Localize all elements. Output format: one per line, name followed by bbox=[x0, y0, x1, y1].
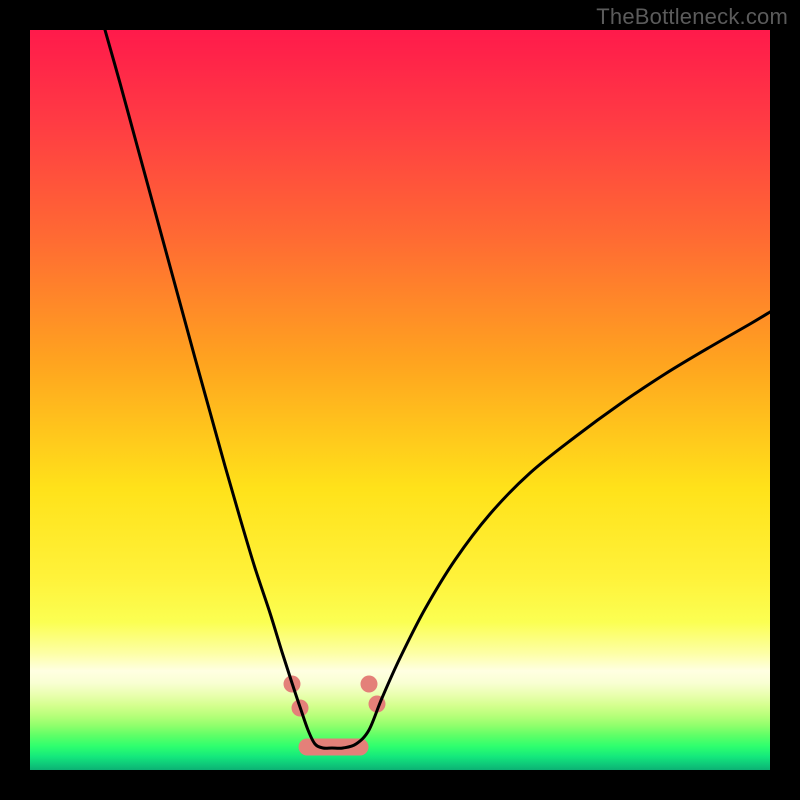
watermark-label: TheBottleneck.com bbox=[596, 4, 788, 30]
outer-frame: TheBottleneck.com bbox=[0, 0, 800, 800]
plot-area bbox=[30, 30, 770, 770]
chart-svg bbox=[30, 30, 770, 770]
marker-dot-2 bbox=[361, 676, 378, 693]
